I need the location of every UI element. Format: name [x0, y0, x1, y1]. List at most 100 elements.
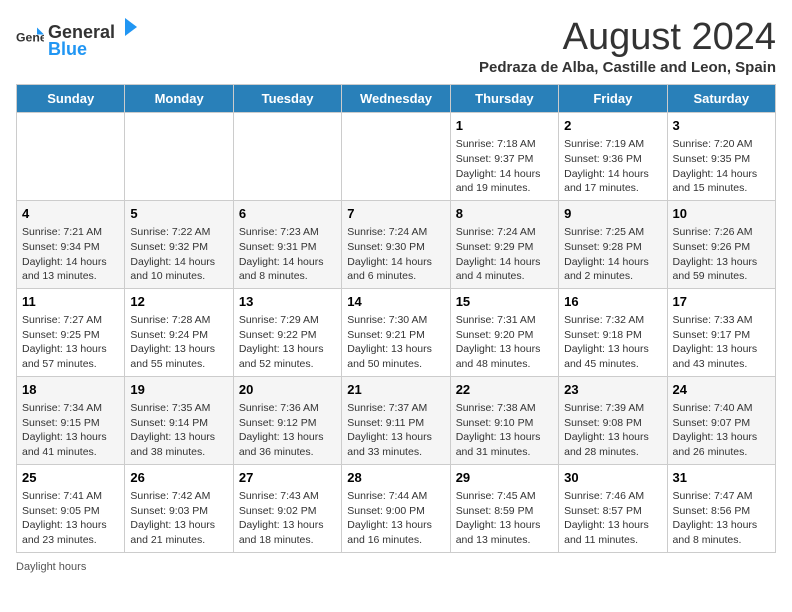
day-number: 29 — [456, 469, 553, 487]
day-number: 6 — [239, 205, 336, 223]
calendar-cell: 10 Sunrise: 7:26 AM Sunset: 9:26 PM Dayli… — [667, 200, 775, 288]
day-number: 9 — [564, 205, 661, 223]
day-info: Sunrise: 7:43 AM Sunset: 9:02 PM Dayligh… — [239, 489, 336, 548]
day-number: 21 — [347, 381, 444, 399]
day-info: Sunrise: 7:40 AM Sunset: 9:07 PM Dayligh… — [673, 401, 770, 460]
day-number: 19 — [130, 381, 227, 399]
day-info: Sunrise: 7:30 AM Sunset: 9:21 PM Dayligh… — [347, 313, 444, 372]
calendar-cell: 14 Sunrise: 7:30 AM Sunset: 9:21 PM Dayli… — [342, 288, 450, 376]
day-number: 25 — [22, 469, 119, 487]
calendar-cell: 13 Sunrise: 7:29 AM Sunset: 9:22 PM Dayli… — [233, 288, 341, 376]
footer-note: Daylight hours — [16, 561, 776, 573]
location-title: Pedraza de Alba, Castille and Leon, Spai… — [479, 59, 776, 76]
day-number: 24 — [673, 381, 770, 399]
day-info: Sunrise: 7:24 AM Sunset: 9:30 PM Dayligh… — [347, 225, 444, 284]
calendar-cell: 15Sunrise: 7:31 AM Sunset: 9:20 PM Dayli… — [450, 288, 558, 376]
day-number: 11 — [22, 293, 119, 311]
week-row-4: 18 Sunrise: 7:34 AM Sunset: 9:15 PM Dayli… — [17, 376, 776, 464]
calendar-cell: 7 Sunrise: 7:24 AM Sunset: 9:30 PM Daylig… — [342, 200, 450, 288]
day-header-wednesday: Wednesday — [342, 85, 450, 113]
day-info: Sunrise: 7:23 AM Sunset: 9:31 PM Dayligh… — [239, 225, 336, 284]
day-number: 14 — [347, 293, 444, 311]
calendar-cell — [342, 113, 450, 201]
day-number: 22 — [456, 381, 553, 399]
calendar-cell: 20Sunrise: 7:36 AM Sunset: 9:12 PM Dayli… — [233, 376, 341, 464]
calendar-cell: 27 Sunrise: 7:43 AM Sunset: 9:02 PM Dayli… — [233, 464, 341, 552]
day-number: 30 — [564, 469, 661, 487]
calendar-cell: 4Sunrise: 7:21 AM Sunset: 9:34 PM Daylig… — [17, 200, 125, 288]
calendar-cell: 19 Sunrise: 7:35 AM Sunset: 9:14 PM Dayli… — [125, 376, 233, 464]
day-number: 8 — [456, 205, 553, 223]
day-info: Sunrise: 7:39 AM Sunset: 9:08 PM Dayligh… — [564, 401, 661, 460]
day-number: 5 — [130, 205, 227, 223]
day-number: 4 — [22, 205, 119, 223]
day-number: 17 — [673, 293, 770, 311]
day-info: Sunrise: 7:20 AM Sunset: 9:35 PM Dayligh… — [673, 137, 770, 196]
day-info: Sunrise: 7:26 AM Sunset: 9:26 PM Dayligh… — [673, 225, 770, 284]
calendar-cell: 6 Sunrise: 7:23 AM Sunset: 9:31 PM Daylig… — [233, 200, 341, 288]
title-area: August 2024 Pedraza de Alba, Castille an… — [479, 16, 776, 76]
day-number: 27 — [239, 469, 336, 487]
calendar-cell: 22 Sunrise: 7:38 AM Sunset: 9:10 PM Dayli… — [450, 376, 558, 464]
day-number: 18 — [22, 381, 119, 399]
day-number: 7 — [347, 205, 444, 223]
day-number: 13 — [239, 293, 336, 311]
calendar-cell: 18 Sunrise: 7:34 AM Sunset: 9:15 PM Dayli… — [17, 376, 125, 464]
day-info: Sunrise: 7:27 AM Sunset: 9:25 PM Dayligh… — [22, 313, 119, 372]
logo: General General Blue — [16, 16, 141, 60]
month-title: August 2024 — [479, 16, 776, 59]
day-number: 12 — [130, 293, 227, 311]
day-info: Sunrise: 7:31 AM Sunset: 9:20 PM Dayligh… — [456, 313, 553, 372]
calendar-cell: 24 Sunrise: 7:40 AM Sunset: 9:07 PM Dayli… — [667, 376, 775, 464]
calendar-cell: 3 Sunrise: 7:20 AM Sunset: 9:35 PM Daylig… — [667, 113, 775, 201]
day-header-tuesday: Tuesday — [233, 85, 341, 113]
day-info: Sunrise: 7:34 AM Sunset: 9:15 PM Dayligh… — [22, 401, 119, 460]
day-header-saturday: Saturday — [667, 85, 775, 113]
day-info: Sunrise: 7:33 AM Sunset: 9:17 PM Dayligh… — [673, 313, 770, 372]
calendar-cell: 25 Sunrise: 7:41 AM Sunset: 9:05 PM Dayli… — [17, 464, 125, 552]
calendar-cell: 16Sunrise: 7:32 AM Sunset: 9:18 PM Dayli… — [559, 288, 667, 376]
day-number: 26 — [130, 469, 227, 487]
logo-icon: General — [16, 24, 44, 52]
calendar-table: SundayMondayTuesdayWednesdayThursdayFrid… — [16, 84, 776, 553]
day-info: Sunrise: 7:44 AM Sunset: 9:00 PM Dayligh… — [347, 489, 444, 548]
day-info: Sunrise: 7:18 AM Sunset: 9:37 PM Dayligh… — [456, 137, 553, 196]
calendar-cell — [17, 113, 125, 201]
day-info: Sunrise: 7:41 AM Sunset: 9:05 PM Dayligh… — [22, 489, 119, 548]
day-info: Sunrise: 7:38 AM Sunset: 9:10 PM Dayligh… — [456, 401, 553, 460]
day-info: Sunrise: 7:19 AM Sunset: 9:36 PM Dayligh… — [564, 137, 661, 196]
day-number: 20 — [239, 381, 336, 399]
calendar-cell: 30 Sunrise: 7:46 AM Sunset: 8:57 PM Dayli… — [559, 464, 667, 552]
day-info: Sunrise: 7:46 AM Sunset: 8:57 PM Dayligh… — [564, 489, 661, 548]
week-row-2: 4Sunrise: 7:21 AM Sunset: 9:34 PM Daylig… — [17, 200, 776, 288]
day-info: Sunrise: 7:24 AM Sunset: 9:29 PM Dayligh… — [456, 225, 553, 284]
day-number: 10 — [673, 205, 770, 223]
day-number: 2 — [564, 117, 661, 135]
day-info: Sunrise: 7:29 AM Sunset: 9:22 PM Dayligh… — [239, 313, 336, 372]
day-number: 28 — [347, 469, 444, 487]
calendar-cell — [125, 113, 233, 201]
week-row-3: 11 Sunrise: 7:27 AM Sunset: 9:25 PM Dayli… — [17, 288, 776, 376]
day-number: 3 — [673, 117, 770, 135]
calendar-cell: 29 Sunrise: 7:45 AM Sunset: 8:59 PM Dayli… — [450, 464, 558, 552]
day-header-monday: Monday — [125, 85, 233, 113]
calendar-cell: 28 Sunrise: 7:44 AM Sunset: 9:00 PM Dayli… — [342, 464, 450, 552]
day-info: Sunrise: 7:47 AM Sunset: 8:56 PM Dayligh… — [673, 489, 770, 548]
day-info: Sunrise: 7:28 AM Sunset: 9:24 PM Dayligh… — [130, 313, 227, 372]
day-info: Sunrise: 7:45 AM Sunset: 8:59 PM Dayligh… — [456, 489, 553, 548]
day-info: Sunrise: 7:35 AM Sunset: 9:14 PM Dayligh… — [130, 401, 227, 460]
day-number: 1 — [456, 117, 553, 135]
day-info: Sunrise: 7:25 AM Sunset: 9:28 PM Dayligh… — [564, 225, 661, 284]
calendar-cell: 2 Sunrise: 7:19 AM Sunset: 9:36 PM Daylig… — [559, 113, 667, 201]
calendar-cell: 5Sunrise: 7:22 AM Sunset: 9:32 PM Daylig… — [125, 200, 233, 288]
day-number: 23 — [564, 381, 661, 399]
calendar-cell: 31Sunrise: 7:47 AM Sunset: 8:56 PM Dayli… — [667, 464, 775, 552]
calendar-cell: 8 Sunrise: 7:24 AM Sunset: 9:29 PM Daylig… — [450, 200, 558, 288]
week-row-1: 1 Sunrise: 7:18 AM Sunset: 9:37 PM Daylig… — [17, 113, 776, 201]
day-header-friday: Friday — [559, 85, 667, 113]
header: General General Blue August 2024 Pedraza… — [16, 16, 776, 76]
day-header-thursday: Thursday — [450, 85, 558, 113]
calendar-cell: 11 Sunrise: 7:27 AM Sunset: 9:25 PM Dayli… — [17, 288, 125, 376]
calendar-cell: 1 Sunrise: 7:18 AM Sunset: 9:37 PM Daylig… — [450, 113, 558, 201]
calendar-cell: 26Sunrise: 7:42 AM Sunset: 9:03 PM Dayli… — [125, 464, 233, 552]
